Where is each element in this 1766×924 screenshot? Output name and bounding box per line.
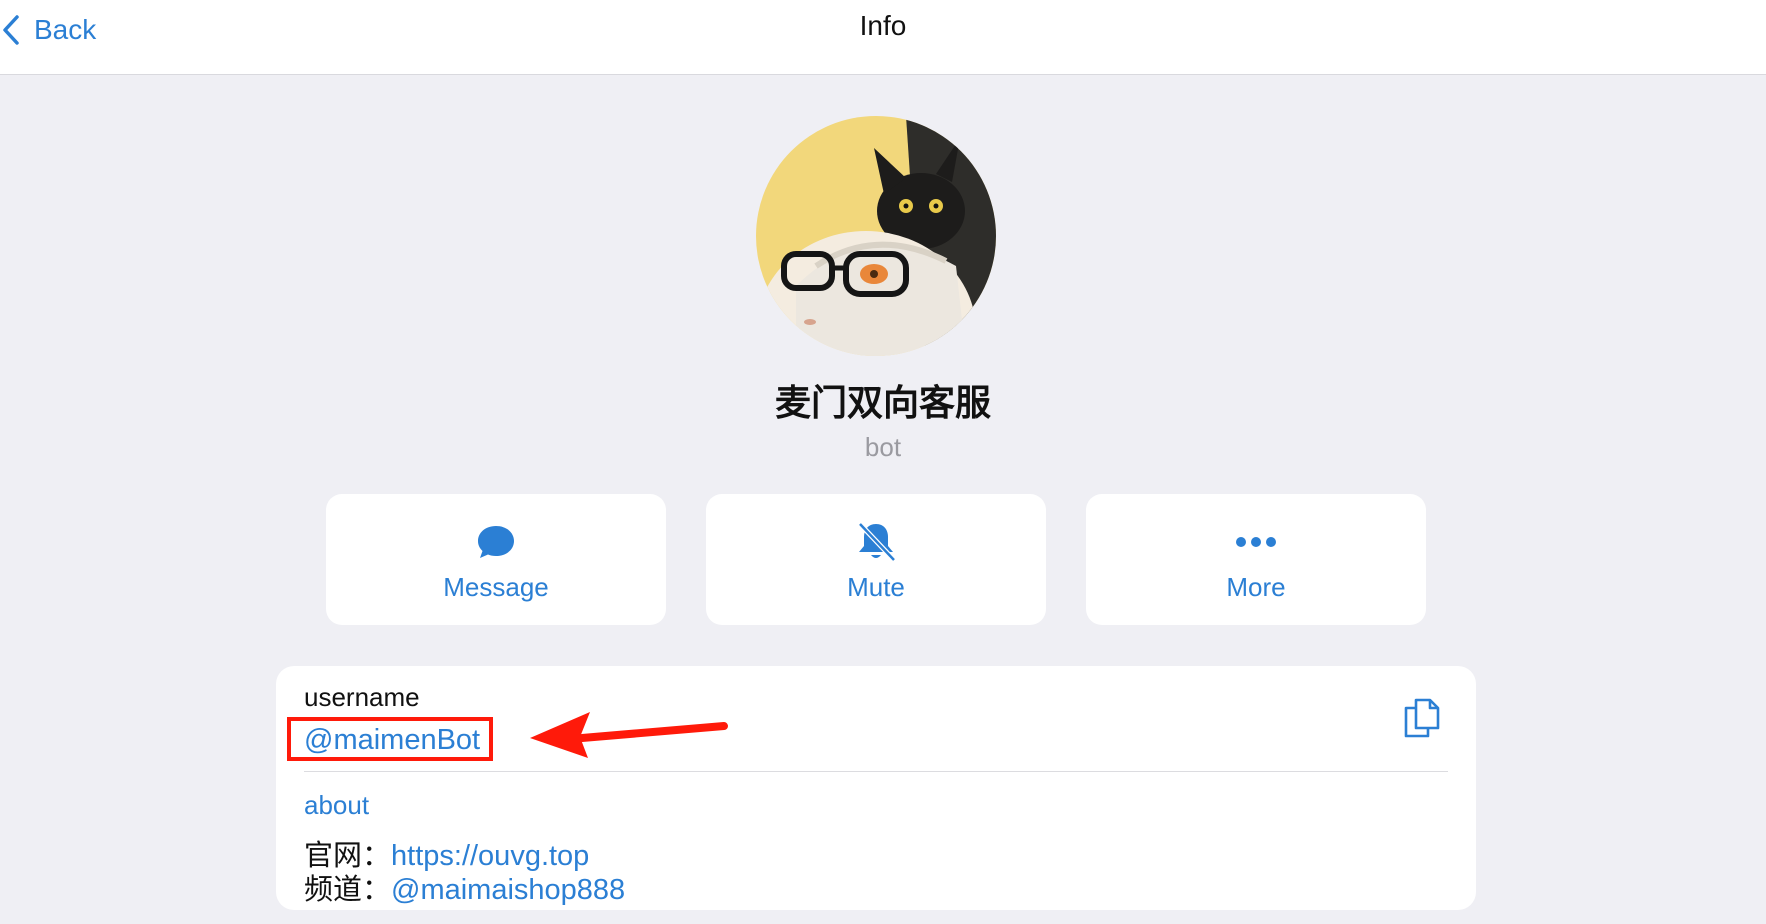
about-label: about <box>304 790 370 820</box>
copy-icon[interactable] <box>1402 696 1442 740</box>
more-button[interactable]: More <box>1086 494 1426 625</box>
page-title: Info <box>859 10 907 41</box>
about-channel-prefix: 频道： <box>304 874 392 906</box>
profile-subtitle: bot <box>864 432 902 462</box>
message-button-label: Message <box>443 572 549 602</box>
channel-link[interactable]: @maimaishop888 <box>391 874 625 906</box>
navigation-bar: Back Info <box>0 0 1766 75</box>
avatar[interactable] <box>756 116 996 356</box>
mute-button[interactable]: Mute <box>706 494 1046 625</box>
more-button-label: More <box>1226 572 1286 602</box>
annotation-highlight-box <box>287 717 493 761</box>
message-button[interactable]: Message <box>326 494 666 625</box>
about-line-channel: 频道：@maimaishop888 <box>304 866 625 908</box>
profile-name: 麦门双向客服 <box>774 382 991 423</box>
username-label: username <box>304 682 420 712</box>
avatar-image <box>756 116 996 356</box>
bell-muted-icon <box>858 522 896 562</box>
more-dots-icon <box>1236 537 1276 547</box>
message-bubble-icon <box>478 526 514 558</box>
annotation-arrow-icon <box>530 712 728 758</box>
mute-button-label: Mute <box>847 572 905 602</box>
info-card: username @maimenBot about 官网：https://ouv… <box>276 666 1476 910</box>
divider <box>304 771 1448 772</box>
